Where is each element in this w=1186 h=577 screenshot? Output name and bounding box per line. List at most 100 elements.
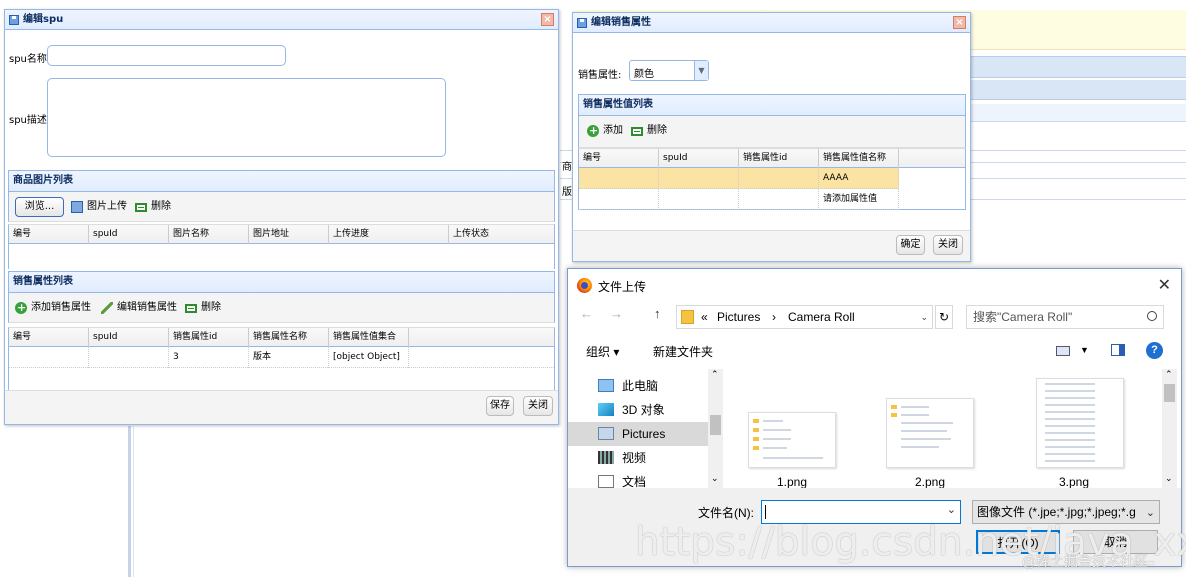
- column-header[interactable]: 销售属性id: [169, 328, 249, 347]
- close-button[interactable]: 关闭: [523, 396, 553, 416]
- column-header[interactable]: spuId: [89, 225, 169, 244]
- table-cell[interactable]: AAAA: [819, 168, 899, 189]
- search-icon[interactable]: [1147, 311, 1157, 321]
- chevron-down-icon[interactable]: ⌄: [711, 473, 719, 484]
- sidebar-item-pictures[interactable]: Pictures: [568, 422, 708, 446]
- browse-button[interactable]: 浏览...: [15, 197, 64, 217]
- sidebar-item-label: Pictures: [622, 427, 666, 441]
- file-name[interactable]: 2.png: [886, 475, 974, 489]
- chevron-up-icon[interactable]: ⌃: [1165, 369, 1173, 380]
- sidebar-item-label: 视频: [622, 451, 647, 465]
- add-value-button[interactable]: 添加: [587, 116, 623, 148]
- edit-spu-dialog-title: 编辑spu: [23, 14, 64, 25]
- file-list-scrollbar[interactable]: ⌃ ⌄: [1162, 369, 1177, 488]
- table-row[interactable]: 3 版本 [object Object]: [9, 347, 554, 368]
- help-icon[interactable]: ?: [1146, 342, 1163, 359]
- sidebar-item-this-pc[interactable]: 此电脑: [568, 374, 708, 398]
- scrollbar-thumb[interactable]: [710, 415, 721, 435]
- table-cell: [739, 168, 819, 189]
- edit-spu-dialog-titlebar[interactable]: 编辑spu ×: [5, 10, 558, 30]
- scrollbar-thumb[interactable]: [1164, 384, 1175, 402]
- chevron-down-icon[interactable]: ▼: [1080, 345, 1089, 355]
- breadcrumb-camera-roll[interactable]: Camera Roll: [788, 306, 855, 328]
- close-button[interactable]: 关闭: [933, 235, 963, 255]
- column-header[interactable]: 编号: [9, 225, 89, 244]
- file-name[interactable]: 1.png: [748, 475, 836, 489]
- delete-attr-button[interactable]: 删除: [185, 293, 221, 323]
- forward-arrow-icon[interactable]: →: [610, 306, 623, 321]
- image-delete-button[interactable]: 删除: [135, 192, 171, 222]
- column-header[interactable]: 上传进度: [329, 225, 449, 244]
- organize-button[interactable]: 组织 ▾: [586, 343, 619, 360]
- chevron-down-icon[interactable]: ⌄: [947, 503, 956, 516]
- chevron-down-icon[interactable]: ⌄: [920, 306, 928, 328]
- table-cell: [89, 347, 169, 368]
- preview-pane-icon[interactable]: [1111, 344, 1125, 356]
- close-icon[interactable]: ×: [541, 13, 554, 26]
- pencil-icon: [101, 302, 113, 314]
- table-cell: [object Object]: [329, 347, 409, 368]
- sidebar-item-label: 此电脑: [622, 379, 659, 393]
- image-delete-label: 删除: [151, 201, 171, 212]
- column-header[interactable]: spuId: [89, 328, 169, 347]
- file-thumbnail[interactable]: [748, 412, 836, 468]
- attr-grid-header: 编号 spuId 销售属性id 销售属性名称 销售属性值集合: [8, 327, 555, 347]
- column-header[interactable]: 销售属性id: [739, 149, 819, 168]
- sale-attr-select-value: 颜色: [634, 69, 654, 80]
- sidebar-item-documents[interactable]: 文档: [568, 470, 708, 488]
- view-options-icon[interactable]: [1056, 346, 1070, 356]
- edit-sale-attr-titlebar[interactable]: 编辑销售属性 ×: [573, 13, 970, 33]
- column-header[interactable]: spuId: [659, 149, 739, 168]
- back-arrow-icon[interactable]: ←: [580, 306, 593, 321]
- sidebar-scrollbar[interactable]: ⌃ ⌄: [708, 369, 723, 488]
- spu-name-value: [48, 50, 52, 61]
- column-header[interactable]: 编号: [9, 328, 89, 347]
- refresh-icon[interactable]: ↻: [935, 305, 953, 329]
- file-name[interactable]: 3.png: [1030, 475, 1118, 489]
- column-header[interactable]: 销售属性名称: [249, 328, 329, 347]
- column-header[interactable]: 销售属性值集合: [329, 328, 409, 347]
- sidebar-item-3d-objects[interactable]: 3D 对象: [568, 398, 708, 422]
- edit-attr-button[interactable]: 编辑销售属性: [101, 293, 177, 323]
- add-attr-button[interactable]: 添加销售属性: [15, 293, 91, 323]
- table-row[interactable]: 请添加属性值: [579, 189, 899, 210]
- new-folder-button[interactable]: 新建文件夹: [653, 343, 713, 360]
- column-header[interactable]: 销售属性值名称: [819, 149, 899, 168]
- image-upload-button[interactable]: 图片上传: [71, 192, 127, 222]
- table-cell: [9, 347, 89, 368]
- file-thumbnail[interactable]: [886, 398, 974, 468]
- attr-list-panel-title: 销售属性列表: [13, 276, 73, 287]
- close-icon[interactable]: ×: [953, 16, 966, 29]
- chevron-down-icon[interactable]: ▼: [694, 61, 708, 80]
- breadcrumb-separator[interactable]: ›: [772, 306, 776, 328]
- delete-value-button[interactable]: 删除: [631, 116, 667, 148]
- chevron-down-icon[interactable]: ⌄: [1165, 473, 1173, 484]
- close-icon[interactable]: ✕: [1158, 275, 1171, 295]
- sidebar-item-videos[interactable]: 视频: [568, 446, 708, 470]
- value-list-panel-title: 销售属性值列表: [583, 99, 653, 110]
- column-header[interactable]: 图片地址: [249, 225, 329, 244]
- address-bar[interactable]: « Pictures › Camera Roll ⌄: [676, 305, 933, 329]
- spu-desc-textarea[interactable]: [47, 78, 446, 157]
- column-header[interactable]: 编号: [579, 149, 659, 168]
- spu-name-input[interactable]: [47, 45, 286, 66]
- watermark-site: @稀土掘金技术社区: [1022, 554, 1148, 570]
- column-header[interactable]: 图片名称: [169, 225, 249, 244]
- breadcrumb-pictures[interactable]: Pictures: [717, 306, 760, 328]
- spu-name-label: spu名称:: [9, 54, 51, 65]
- up-arrow-icon[interactable]: ↑: [654, 306, 661, 321]
- address-overflow[interactable]: «: [701, 306, 708, 328]
- delete-icon: [631, 127, 643, 136]
- background-splitter[interactable]: [128, 426, 131, 577]
- window-icon: [9, 15, 19, 25]
- search-input[interactable]: 搜索"Camera Roll": [966, 305, 1164, 329]
- column-header[interactable]: 上传状态: [449, 225, 555, 244]
- table-cell[interactable]: 请添加属性值: [819, 189, 899, 210]
- ok-button[interactable]: 确定: [896, 235, 925, 255]
- save-button[interactable]: 保存: [486, 396, 514, 416]
- sale-attr-select[interactable]: 颜色 ▼: [629, 60, 709, 81]
- add-icon: [587, 116, 599, 146]
- table-row[interactable]: AAAA: [579, 168, 899, 189]
- chevron-up-icon[interactable]: ⌃: [711, 369, 719, 380]
- file-thumbnail[interactable]: [1036, 378, 1124, 468]
